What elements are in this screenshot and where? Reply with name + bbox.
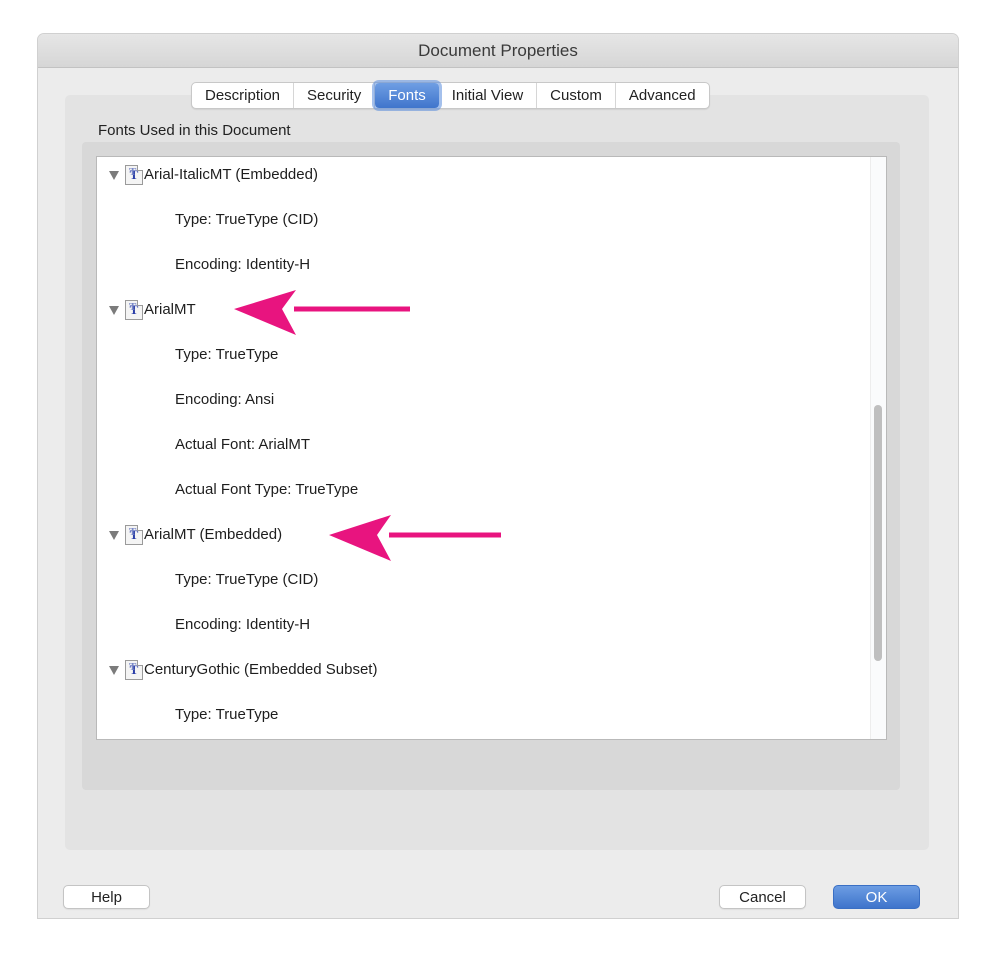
tab-advanced[interactable]: Advanced xyxy=(616,83,709,108)
tab-initial-view[interactable]: Initial View xyxy=(439,83,538,108)
font-property: Type: TrueType (CID) xyxy=(175,571,319,588)
font-property: Type: TrueType xyxy=(175,346,279,363)
disclosure-triangle-icon[interactable] xyxy=(109,170,119,180)
scrollbar-thumb[interactable] xyxy=(874,405,882,661)
cancel-button[interactable]: Cancel xyxy=(719,885,806,909)
font-name: CenturyGothic (Embedded Subset) xyxy=(144,661,378,678)
dialog-title: Document Properties xyxy=(38,34,958,68)
font-property: Actual Font: ArialMT xyxy=(175,436,311,453)
font-name: ArialMT (Embedded) xyxy=(144,526,283,543)
font-item[interactable]: TT Arial-ItalicMT (Embedded) xyxy=(109,163,318,187)
truetype-font-icon: TT xyxy=(125,525,143,545)
tab-bar: Description Security Fonts Initial View … xyxy=(191,82,710,109)
font-property: Encoding: Ansi xyxy=(175,391,275,408)
font-property: Encoding: Identity-H xyxy=(175,256,311,273)
font-item[interactable]: TT ArialMT xyxy=(109,298,196,322)
fonts-list[interactable]: TT Arial-ItalicMT (Embedded) Type: TrueT… xyxy=(96,156,887,740)
tab-custom[interactable]: Custom xyxy=(537,83,616,108)
font-name: ArialMT xyxy=(144,301,196,318)
arrow-head-icon xyxy=(234,290,296,335)
tab-fonts[interactable]: Fonts xyxy=(375,83,439,108)
vertical-scrollbar[interactable] xyxy=(870,157,886,739)
fonts-section-label: Fonts Used in this Document xyxy=(98,122,291,139)
arrow-head-icon xyxy=(329,515,391,561)
annotation-arrow-arialmt xyxy=(234,290,410,335)
font-item[interactable]: TT CenturyGothic (Embedded Subset) xyxy=(109,658,377,682)
font-name: Arial-ItalicMT (Embedded) xyxy=(144,166,318,183)
help-button[interactable]: Help xyxy=(63,885,150,909)
tab-description[interactable]: Description xyxy=(192,83,295,108)
font-property: Type: TrueType xyxy=(175,706,279,723)
truetype-font-icon: TT xyxy=(125,165,143,185)
disclosure-triangle-icon[interactable] xyxy=(109,305,119,315)
tab-security[interactable]: Security xyxy=(294,83,376,108)
font-property: Actual Font Type: TrueType xyxy=(175,481,359,498)
annotation-arrow-arialmt-embedded xyxy=(329,515,501,561)
disclosure-triangle-icon[interactable] xyxy=(109,665,119,675)
truetype-font-icon: TT xyxy=(125,300,143,320)
truetype-font-icon: TT xyxy=(125,660,143,680)
disclosure-triangle-icon[interactable] xyxy=(109,530,119,540)
font-property: Encoding: Identity-H xyxy=(175,616,311,633)
font-item[interactable]: TT ArialMT (Embedded) xyxy=(109,523,282,547)
document-properties-dialog: Document Properties Description Security… xyxy=(38,34,958,918)
ok-button[interactable]: OK xyxy=(833,885,920,909)
font-property: Type: TrueType (CID) xyxy=(175,211,319,228)
